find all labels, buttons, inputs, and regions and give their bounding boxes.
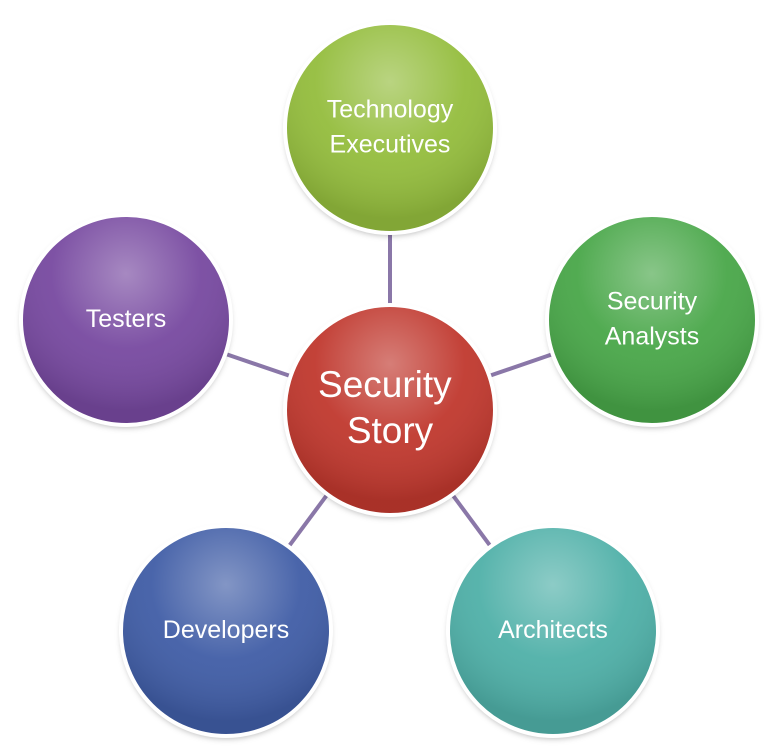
node-label-line-technology-executives-2: Executives [330,130,451,158]
node-security-analysts: Security Analysts [545,213,759,427]
connector-architects [450,493,493,548]
node-label-architects: Architects [498,616,608,644]
node-label-line-security-analysts-1: Security [607,287,698,315]
security-story-diagram: Technology Executives Security Analysts Arch… [19,21,759,738]
center-node: Security Story [283,303,497,517]
connector-developers [286,493,330,548]
node-developers: Developers [119,524,333,738]
connector-security-analysts [488,352,554,378]
node-label-line-architects-1: Architects [498,616,608,644]
node-label-line-security-analysts-2: Analysts [605,322,699,350]
node-label-line-testers-1: Testers [86,305,167,333]
center-label-line-1: Security [318,364,452,405]
node-label-testers: Testers [86,305,167,333]
center-label-line-2: Story [347,410,434,451]
node-label-developers: Developers [163,616,289,644]
node-architects: Architects [446,524,660,738]
node-label-line-technology-executives-1: Technology [327,95,454,123]
node-testers: Testers [19,213,233,427]
connector-testers [224,351,292,379]
node-technology-executives: Technology Executives [283,21,497,235]
node-label-line-developers-1: Developers [163,616,289,644]
